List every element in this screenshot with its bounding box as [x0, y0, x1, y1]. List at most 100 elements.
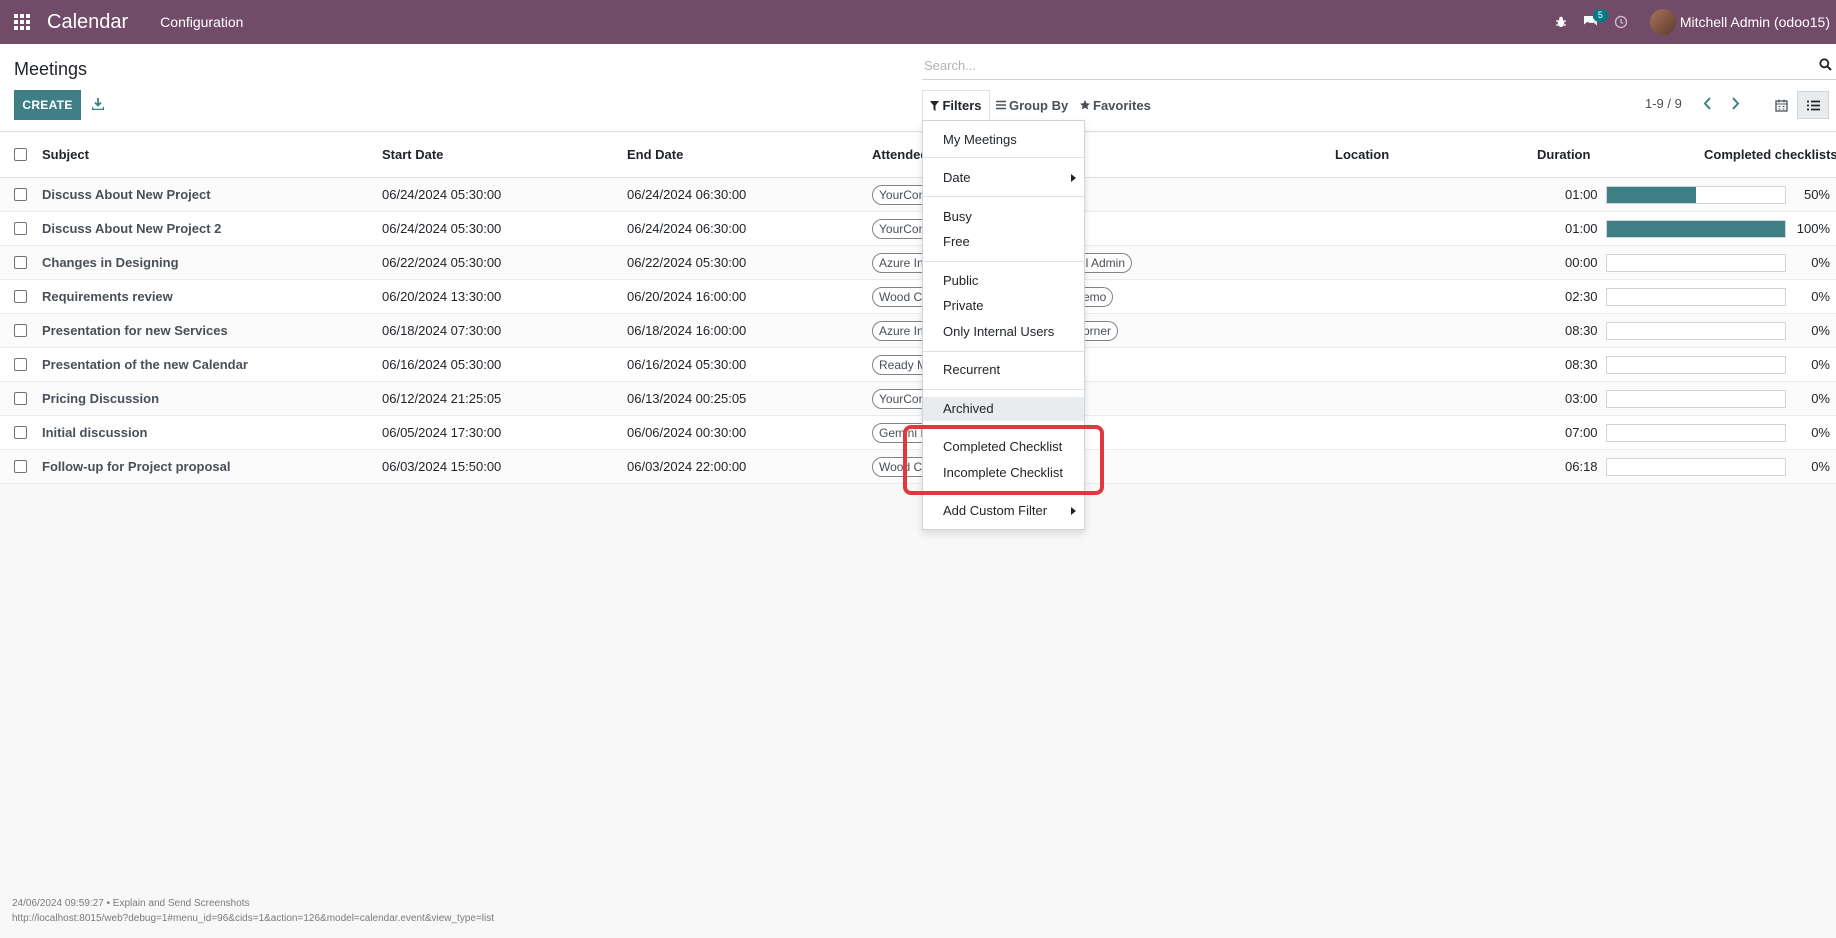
header-attendees[interactable]: Attendee — [872, 147, 928, 162]
header-location[interactable]: Location — [1335, 147, 1389, 162]
row-end-date: 06/20/2024 16:00:00 — [627, 289, 747, 304]
row-subject: Requirements review — [42, 289, 173, 304]
checklist-progress-fill — [1607, 221, 1785, 237]
list-view-icon[interactable] — [1797, 91, 1829, 119]
app-title[interactable]: Calendar — [47, 11, 128, 34]
group-by-button[interactable]: Group By — [996, 90, 1068, 120]
debug-timestamp-text: 24/06/2024 09:59:27 • Explain and Send S… — [12, 898, 250, 909]
row-end-date: 06/03/2024 22:00:00 — [627, 459, 747, 474]
filter-recurrent[interactable]: Recurrent — [923, 358, 1084, 382]
checklist-progress-bar — [1606, 288, 1786, 306]
row-start-date: 06/03/2024 15:50:00 — [382, 459, 502, 474]
row-subject: Pricing Discussion — [42, 391, 160, 406]
pager-next-icon[interactable] — [1728, 94, 1742, 112]
caret-right-icon — [1071, 507, 1076, 515]
highlight-annotation-box — [903, 425, 1104, 495]
row-checkbox[interactable] — [14, 256, 27, 269]
header-duration[interactable]: Duration — [1537, 147, 1590, 162]
checklist-progress-bar — [1606, 186, 1786, 204]
row-checkbox[interactable] — [14, 188, 27, 201]
calendar-view-icon[interactable] — [1766, 91, 1796, 119]
divider — [923, 389, 1084, 390]
row-start-date: 06/16/2024 05:30:00 — [382, 357, 502, 372]
row-end-date: 06/18/2024 16:00:00 — [627, 323, 747, 338]
checklist-progress-percent: 0% — [1811, 459, 1830, 474]
filters-button[interactable]: Filters — [922, 90, 990, 120]
filters-label: Filters — [942, 98, 982, 113]
search-bar — [922, 52, 1836, 80]
row-checkbox[interactable] — [14, 222, 27, 235]
table-row[interactable]: Presentation for new Services 06/18/2024 … — [0, 314, 1836, 348]
user-avatar[interactable] — [1649, 9, 1676, 35]
row-start-date: 06/20/2024 13:30:00 — [382, 289, 502, 304]
control-panel: Meetings CREATE Filters Group By Favorit… — [0, 44, 1836, 132]
checklist-progress-fill — [1607, 187, 1696, 203]
checklist-progress-bar — [1606, 356, 1786, 374]
table-row[interactable]: Pricing Discussion 06/12/2024 21:25:05 06/… — [0, 382, 1836, 416]
top-navbar: Calendar Configuration 5 Mitchell Admin … — [0, 0, 1836, 44]
filter-public[interactable]: Public — [923, 269, 1084, 293]
row-checkbox[interactable] — [14, 392, 27, 405]
checklist-progress-bar — [1606, 458, 1786, 476]
row-subject: Presentation for new Services — [42, 323, 228, 338]
pager-value[interactable]: 1-9 / 9 — [1645, 96, 1682, 111]
row-duration: 00:00 — [1565, 255, 1598, 270]
row-subject: Initial discussion — [42, 425, 148, 440]
checklist-progress-percent: 0% — [1811, 323, 1830, 338]
row-end-date: 06/06/2024 00:30:00 — [627, 425, 747, 440]
filter-busy[interactable]: Busy — [923, 205, 1084, 229]
filter-date[interactable]: Date — [923, 166, 1084, 190]
row-duration: 01:00 — [1565, 187, 1598, 202]
row-checkbox[interactable] — [14, 460, 27, 473]
favorites-button[interactable]: Favorites — [1080, 90, 1151, 120]
row-checkbox[interactable] — [14, 324, 27, 337]
divider — [923, 157, 1084, 158]
filter-free[interactable]: Free — [923, 230, 1084, 254]
table-row[interactable]: Discuss About New Project 06/24/2024 05:3… — [0, 178, 1836, 212]
row-duration: 03:00 — [1565, 391, 1598, 406]
pager-previous-icon[interactable] — [1700, 94, 1714, 112]
table-row[interactable]: Discuss About New Project 2 06/24/2024 05… — [0, 212, 1836, 246]
debug-bug-icon[interactable] — [1546, 0, 1576, 44]
row-checkbox[interactable] — [14, 290, 27, 303]
search-icon[interactable] — [1819, 58, 1832, 74]
table-row[interactable]: Changes in Designing 06/22/2024 05:30:00 0… — [0, 246, 1836, 280]
header-subject[interactable]: Subject — [42, 147, 89, 162]
activity-clock-icon[interactable] — [1606, 0, 1636, 44]
user-menu-name[interactable]: Mitchell Admin (odoo15) — [1680, 14, 1830, 30]
table-row[interactable]: Requirements review 06/20/2024 13:30:00 06… — [0, 280, 1836, 314]
filter-archived[interactable]: Archived — [923, 397, 1084, 421]
search-input[interactable] — [922, 58, 1792, 73]
filter-date-label: Date — [943, 170, 971, 185]
row-subject: Presentation of the new Calendar — [42, 357, 248, 372]
group-by-label: Group By — [1009, 97, 1069, 113]
checklist-progress-bar — [1606, 220, 1786, 238]
row-subject: Follow-up for Project proposal — [42, 459, 231, 474]
table-row[interactable]: Presentation of the new Calendar 06/16/20… — [0, 348, 1836, 382]
filter-only-internal-users[interactable]: Only Internal Users — [923, 320, 1084, 344]
messages-icon[interactable]: 5 — [1576, 0, 1608, 44]
create-button[interactable]: CREATE — [14, 90, 81, 120]
row-checkbox[interactable] — [14, 358, 27, 371]
row-start-date: 06/24/2024 05:30:00 — [382, 221, 502, 236]
row-start-date: 06/05/2024 17:30:00 — [382, 425, 502, 440]
header-completed-checklists[interactable]: Completed checklists — [1704, 147, 1836, 162]
checklist-progress-percent: 0% — [1811, 255, 1830, 270]
apps-menu-icon[interactable] — [0, 0, 44, 44]
row-checkbox[interactable] — [14, 426, 27, 439]
row-start-date: 06/24/2024 05:30:00 — [382, 187, 502, 202]
download-icon[interactable] — [90, 94, 106, 114]
divider — [923, 196, 1084, 197]
divider — [923, 261, 1084, 262]
filter-private[interactable]: Private — [923, 294, 1084, 318]
filter-my-meetings[interactable]: My Meetings — [923, 128, 1084, 152]
select-all-checkbox[interactable] — [14, 148, 27, 161]
row-duration: 08:30 — [1565, 357, 1598, 372]
header-start-date[interactable]: Start Date — [382, 147, 443, 162]
checklist-progress-bar — [1606, 424, 1786, 442]
menu-configuration[interactable]: Configuration — [160, 14, 243, 30]
row-duration: 08:30 — [1565, 323, 1598, 338]
filter-add-custom-filter[interactable]: Add Custom Filter — [923, 499, 1084, 523]
page-title: Meetings — [14, 59, 88, 79]
header-end-date[interactable]: End Date — [627, 147, 683, 162]
